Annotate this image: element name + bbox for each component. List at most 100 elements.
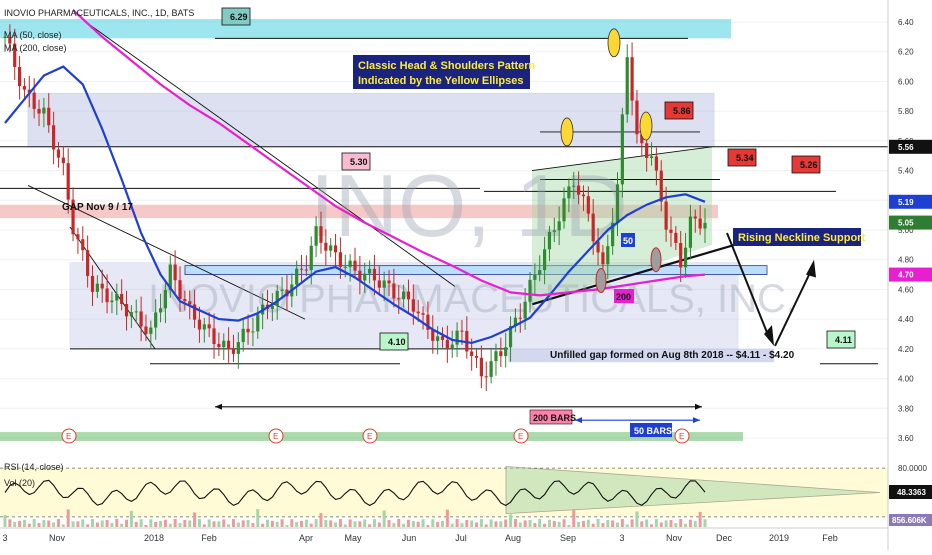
candle-body [363,273,367,281]
candle-body [304,269,308,271]
candle-body [299,268,304,270]
volume-bar [261,523,265,527]
candle-body [445,339,449,349]
volume-bar [509,514,513,527]
earnings-label: E [679,432,684,441]
y-tick-label: 4.00 [898,375,914,384]
candle-body [397,298,401,300]
candle-body [309,245,313,271]
volume-bar [630,519,634,527]
candle-body [367,268,372,274]
candle-body [95,283,99,292]
x-tick-label: 2018 [144,533,164,543]
volume-bar [324,520,328,527]
candle-body [586,196,590,214]
volume-bar [465,520,469,527]
candle-body [319,226,323,243]
candle-body [343,266,347,268]
volume-bar [368,524,372,527]
y-tick-label: 4.20 [898,345,914,354]
volume-bar [450,523,454,527]
volume-bar [406,519,410,527]
volume-bar [37,523,41,527]
candle-body [275,290,279,306]
candle-body [402,291,406,300]
watermark-ticker: INO, 1D [310,156,628,255]
candle-body [489,361,493,377]
volume-bar [499,521,503,527]
candle-body [110,300,114,303]
volume-bar [154,521,158,527]
candle-body [460,330,464,332]
candle-body [431,329,435,341]
volume-bar [513,519,517,527]
candle-body [329,245,333,251]
candle-body [562,198,566,222]
shoulder-ellipse [607,28,621,58]
volume-bar [664,520,668,527]
volume-bar [645,519,649,527]
y-tick-label: 4.40 [898,315,914,324]
volume-bar [552,520,556,527]
volume-bar [338,519,342,527]
volume-bar [120,523,124,527]
candle-body [124,303,129,317]
volume-bar [620,519,624,527]
volume-bar [572,509,576,527]
volume-bar [455,519,459,527]
candle-body [406,291,411,300]
volume-bar [372,519,376,527]
volume-bar [693,520,697,527]
earnings-label: E [273,432,278,441]
candle-body [163,290,168,309]
volume-bar [110,523,114,527]
x-tick-label: 3 [619,533,624,543]
candle-body [591,213,595,242]
volume-bar [115,519,119,527]
volume-bar [319,513,323,527]
candle-body [42,107,46,114]
callout-label: 5.30 [350,157,368,167]
price-chart[interactable]: INO, 1D INOVIO PHARMACEUTICALS, INC. Class… [0,0,932,550]
volume-bar [523,520,527,527]
candle-body [440,336,445,340]
volume-bar [86,524,90,527]
volume-bar [334,522,338,527]
candle-body [635,100,639,135]
x-tick-label: Sep [560,533,576,543]
ma50-legend[interactable]: MA (50, close) [4,30,62,40]
volume-bar [13,521,17,527]
volume-bar [543,523,547,527]
volume-bar [144,524,148,527]
volume-bar [392,523,396,527]
volume-bar [32,519,36,527]
candle-body [115,293,119,301]
candle-body [22,86,27,90]
volume-bar [91,519,94,527]
candle-body [484,376,488,378]
candle-body [538,270,542,275]
vol-value: 856.606K [892,516,927,525]
candle-body [56,149,61,158]
volume-bar [698,511,702,527]
volume-bar [436,521,440,527]
candle-body [601,252,605,265]
candle-body [17,66,22,87]
candle-body [183,299,187,302]
candle-body [372,268,377,281]
volume-bar [300,520,304,527]
volume-bar [227,524,231,527]
volume-bar [547,519,551,527]
candle-body [246,328,250,333]
candle-body [421,313,425,315]
rsi-level-label: 80.0000 [898,464,927,473]
volume-bar [489,519,493,527]
candle-body [61,157,65,164]
volume-bar [567,524,571,527]
ma200-legend[interactable]: MA (200, close) [4,43,67,53]
candle-body [572,185,576,187]
candle-body [32,92,36,109]
candle-body [552,230,556,232]
bars-200-label: 200 BARS [533,413,576,423]
callout-label: 5.86 [673,106,691,116]
